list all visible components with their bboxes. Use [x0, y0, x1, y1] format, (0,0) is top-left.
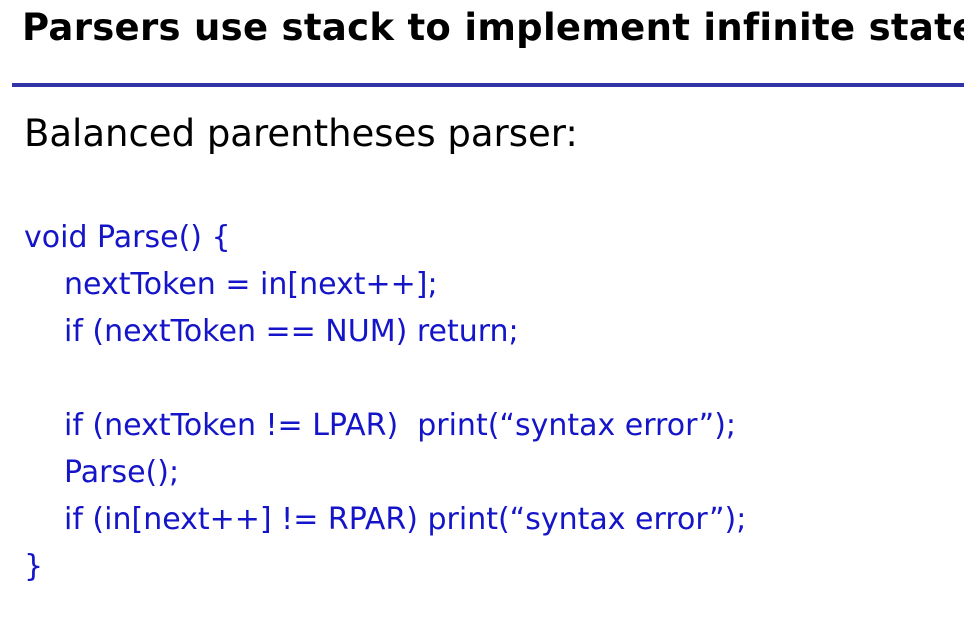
code-line: nextToken = in[next++];	[64, 267, 438, 302]
code-line: void Parse() {	[24, 220, 231, 255]
title-divider	[12, 83, 964, 87]
code-line: if (in[next++] != RPAR) print(“syntax er…	[64, 502, 747, 537]
code-line: }	[24, 549, 44, 584]
slide-subtitle: Balanced parentheses parser:	[24, 112, 578, 155]
slide-title: Parsers use stack to implement infinite …	[22, 6, 964, 49]
code-block: void Parse() { nextToken = in[next++]; i…	[24, 214, 746, 590]
code-line: if (nextToken == NUM) return;	[64, 314, 519, 349]
code-line: if (nextToken != LPAR) print(“syntax err…	[64, 408, 737, 443]
code-line: Parse();	[64, 455, 180, 490]
slide: Parsers use stack to implement infinite …	[0, 0, 964, 642]
